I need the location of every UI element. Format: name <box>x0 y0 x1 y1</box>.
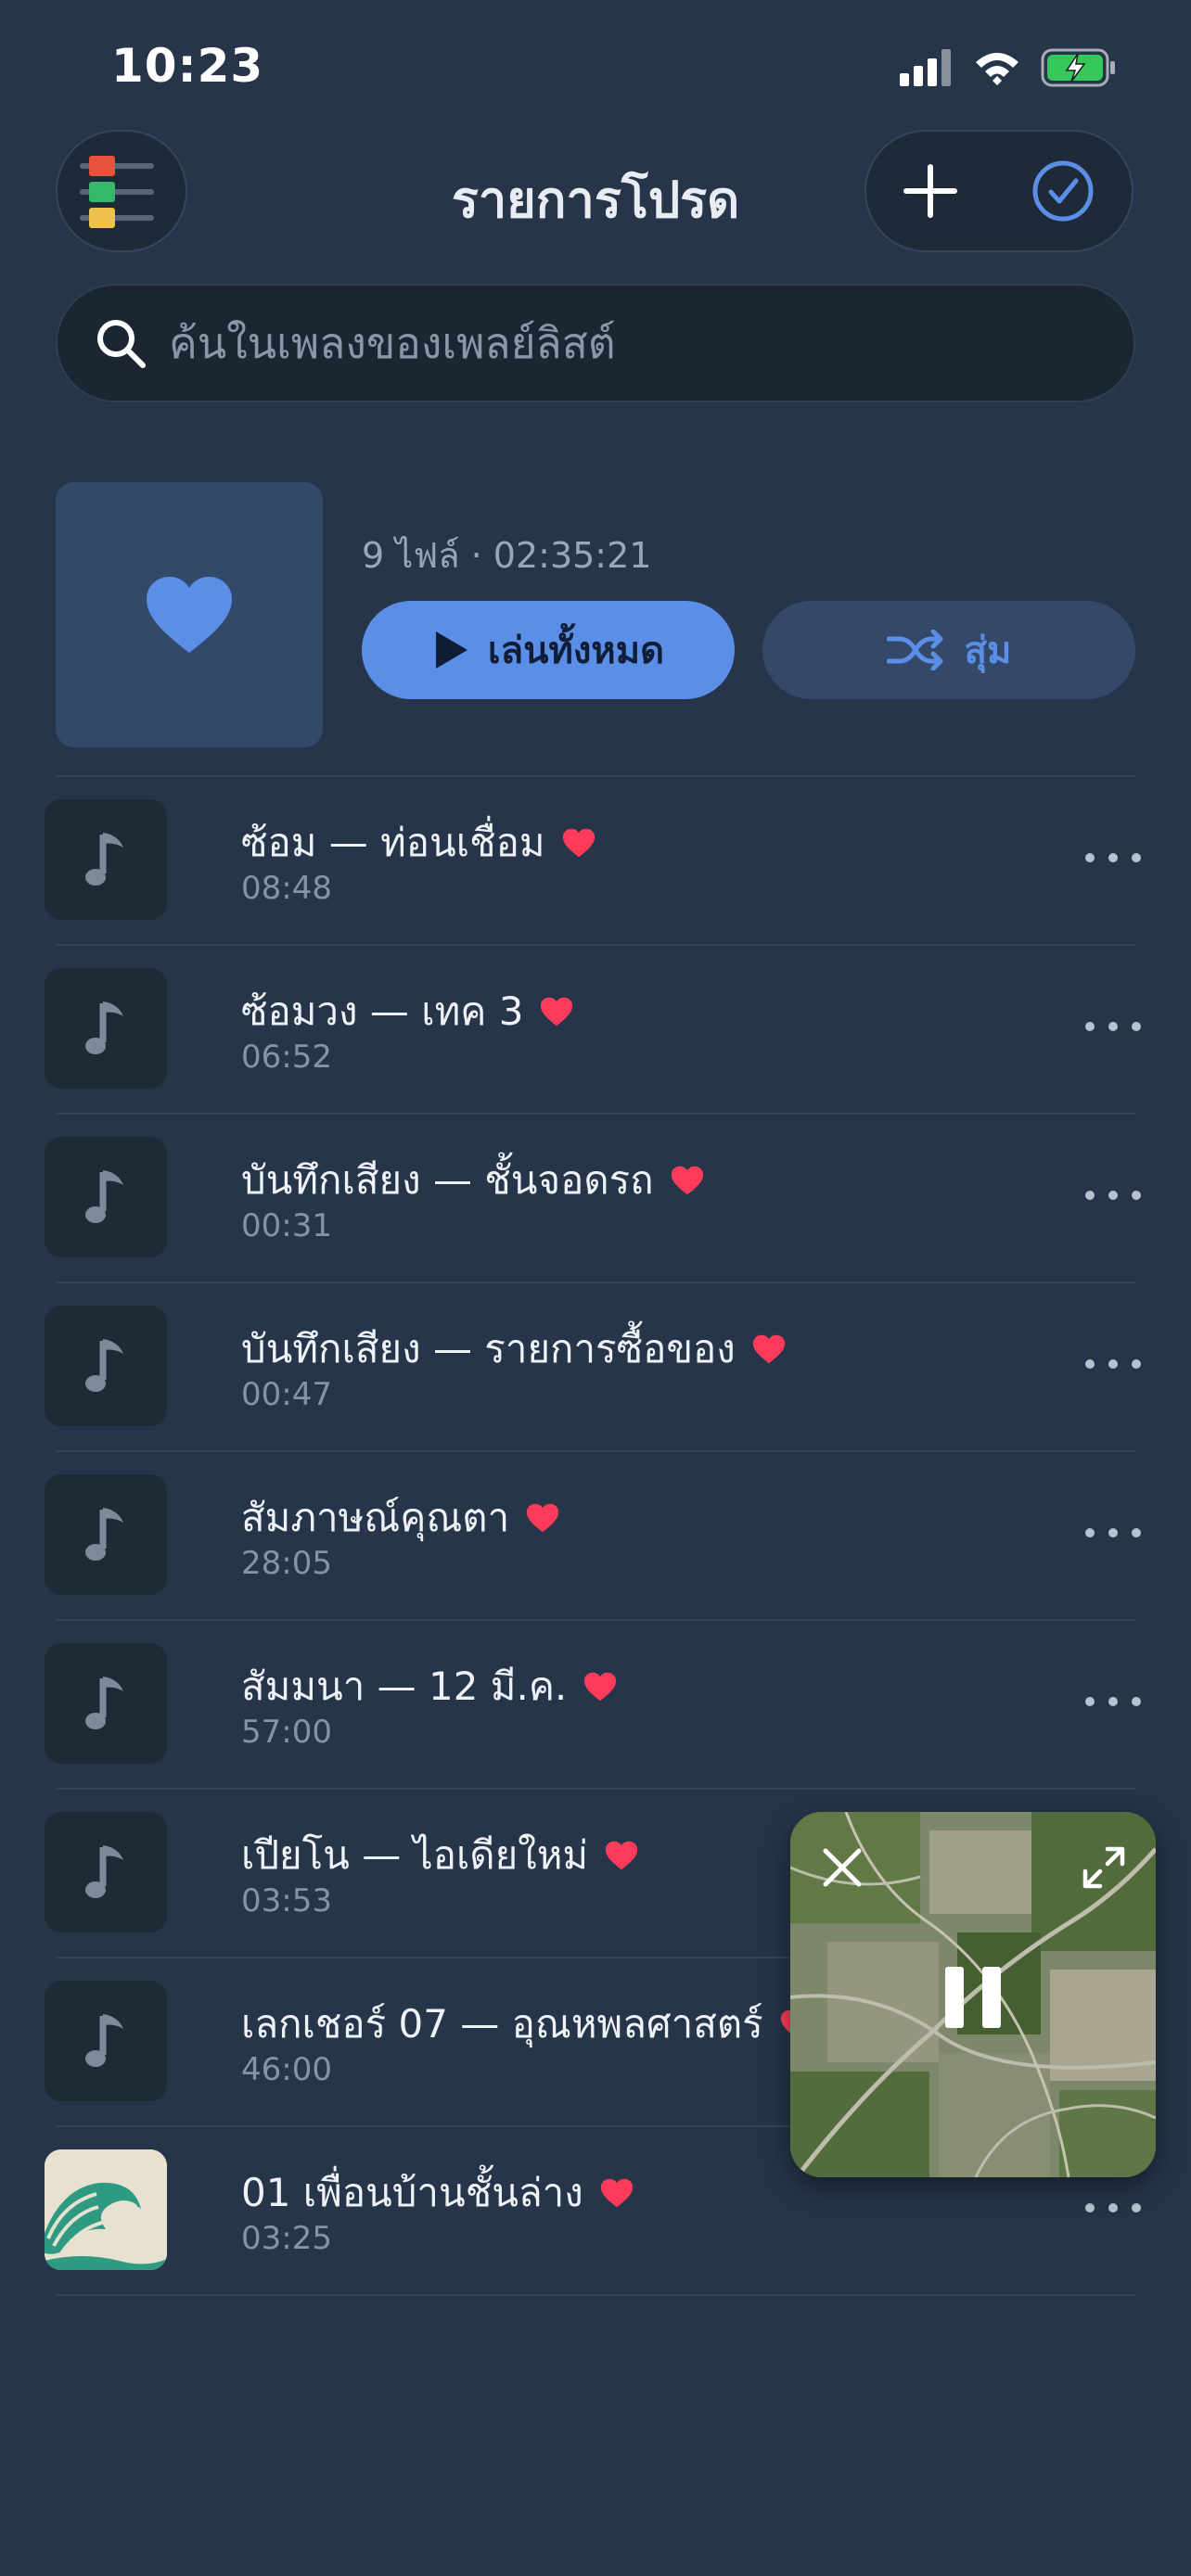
playlist-cover <box>56 482 323 747</box>
expand-icon[interactable] <box>1076 1840 1132 1895</box>
signal-icon <box>900 49 951 86</box>
track-title: บันทึกเสียง — รายการซื้อของ <box>241 1319 786 1380</box>
favorite-heart-icon <box>527 1503 559 1533</box>
track-title-text: บันทึกเสียง — ชั้นจอดรถ <box>241 1157 654 1203</box>
play-all-label: เล่นทั้งหมด <box>487 630 665 672</box>
search-placeholder: ค้นในเพลงของเพลย์ลิสต์ <box>169 317 616 368</box>
track-title: สัมภาษณ์คุณตา <box>241 1487 559 1549</box>
shuffle-label: สุ่ม <box>964 630 1012 672</box>
track-title: 01 เพื่อนบ้านชั้นล่าง <box>241 2162 634 2224</box>
favorite-heart-icon <box>562 828 595 858</box>
select-check-icon[interactable] <box>1031 159 1095 223</box>
track-thumbnail <box>45 1812 167 1932</box>
track-thumbnail <box>45 799 167 920</box>
track-title: ซ้อมวง — เทค 3 <box>241 981 573 1042</box>
search-field[interactable]: ค้นในเพลงของเพลย์ลิสต์ <box>56 284 1135 402</box>
track-thumbnail <box>45 968 167 1089</box>
track-thumbnail <box>45 1474 167 1595</box>
more-options-icon[interactable] <box>1085 844 1141 872</box>
mini-player[interactable] <box>790 1812 1156 2177</box>
track-row[interactable]: บันทึกเสียง — รายการซื้อของ 00:47 <box>45 1282 1141 1450</box>
track-title-text: เปียโน — ไอเดียใหม่ <box>241 1832 589 1878</box>
track-title: ซ้อม — ท่อนเชื่อม <box>241 812 596 874</box>
music-note-icon <box>85 1845 123 1898</box>
more-options-icon[interactable] <box>1085 1519 1141 1547</box>
music-note-icon <box>85 1508 123 1561</box>
music-note-icon <box>85 2014 123 2067</box>
music-note-icon <box>85 1677 123 1729</box>
music-note-icon <box>85 1170 123 1223</box>
track-row[interactable]: สัมมนา — 12 มี.ค. 57:00 <box>45 1619 1141 1788</box>
track-duration: 28:05 <box>241 1545 332 1582</box>
track-row[interactable]: สัมภาษณ์คุณตา 28:05 <box>45 1450 1141 1619</box>
track-title-text: สัมภาษณ์คุณตา <box>241 1495 510 1540</box>
favorite-heart-icon <box>584 1672 617 1702</box>
track-title-text: 01 เพื่อนบ้านชั้นล่าง <box>241 2170 583 2215</box>
track-title: บันทึกเสียง — ชั้นจอดรถ <box>241 1150 704 1211</box>
favorite-heart-icon <box>541 997 573 1027</box>
music-note-icon <box>85 1339 123 1392</box>
add-icon[interactable] <box>903 163 958 219</box>
track-artwork <box>45 2149 167 2270</box>
playlist-meta: 9 ไฟล์ · 02:35:21 <box>362 535 652 576</box>
track-duration: 03:53 <box>241 1882 332 1919</box>
search-icon <box>97 320 146 368</box>
favorite-heart-icon <box>600 2178 633 2208</box>
track-title: สัมมนา — 12 มี.ค. <box>241 1656 617 1717</box>
track-title-text: ซ้อม — ท่อนเชื่อม <box>241 820 545 865</box>
more-options-icon[interactable] <box>1085 1181 1141 1209</box>
more-options-icon[interactable] <box>1085 1350 1141 1378</box>
track-title-text: เลกเชอร์ 07 — อุณหพลศาสตร์ <box>241 2001 763 2047</box>
status-time: 10:23 <box>111 39 264 93</box>
favorite-heart-icon <box>605 1841 638 1870</box>
track-row[interactable]: บันทึกเสียง — ชั้นจอดรถ 00:31 <box>45 1113 1141 1282</box>
music-note-icon <box>85 833 123 886</box>
status-icons <box>900 46 1117 89</box>
track-duration: 00:47 <box>241 1376 332 1413</box>
more-options-icon[interactable] <box>1085 1688 1141 1715</box>
play-all-button[interactable]: เล่นทั้งหมด <box>362 601 735 699</box>
track-thumbnail <box>45 1643 167 1764</box>
wifi-icon <box>976 53 1018 85</box>
play-icon <box>435 631 467 669</box>
track-row[interactable]: ซ้อมวง — เทค 3 06:52 <box>45 944 1141 1113</box>
heart-icon <box>147 577 232 653</box>
track-duration: 06:52 <box>241 1039 332 1076</box>
track-title-text: สัมมนา — 12 มี.ค. <box>241 1664 568 1709</box>
more-options-icon[interactable] <box>1085 2194 1141 2222</box>
track-duration: 46:00 <box>241 2051 332 2088</box>
track-duration: 57:00 <box>241 1714 332 1751</box>
track-title: เลกเชอร์ 07 — อุณหพลศาสตร์ <box>241 1994 813 2055</box>
track-duration: 08:48 <box>241 870 332 907</box>
track-duration: 00:31 <box>241 1207 332 1244</box>
wave-artwork-image <box>45 2149 167 2270</box>
favorite-heart-icon <box>671 1166 703 1195</box>
track-thumbnail <box>45 1306 167 1426</box>
track-title: เปียโน — ไอเดียใหม่ <box>241 1825 638 1886</box>
track-row[interactable]: ซ้อม — ท่อนเชื่อม 08:48 <box>45 775 1141 944</box>
header-actions <box>864 130 1133 252</box>
track-thumbnail <box>45 1981 167 2101</box>
shuffle-icon <box>886 630 943 670</box>
battery-charging-icon <box>1041 48 1115 87</box>
close-icon[interactable] <box>814 1840 870 1895</box>
track-title-text: บันทึกเสียง — รายการซื้อของ <box>241 1326 736 1371</box>
track-title-text: ซ้อมวง — เทค 3 <box>241 988 524 1034</box>
pause-icon[interactable] <box>945 1967 1001 2028</box>
track-duration: 03:25 <box>241 2220 332 2257</box>
music-note-icon <box>85 1001 123 1054</box>
more-options-icon[interactable] <box>1085 1013 1141 1040</box>
favorite-heart-icon <box>752 1334 785 1364</box>
shuffle-button[interactable]: สุ่ม <box>762 601 1135 699</box>
track-thumbnail <box>45 1137 167 1257</box>
